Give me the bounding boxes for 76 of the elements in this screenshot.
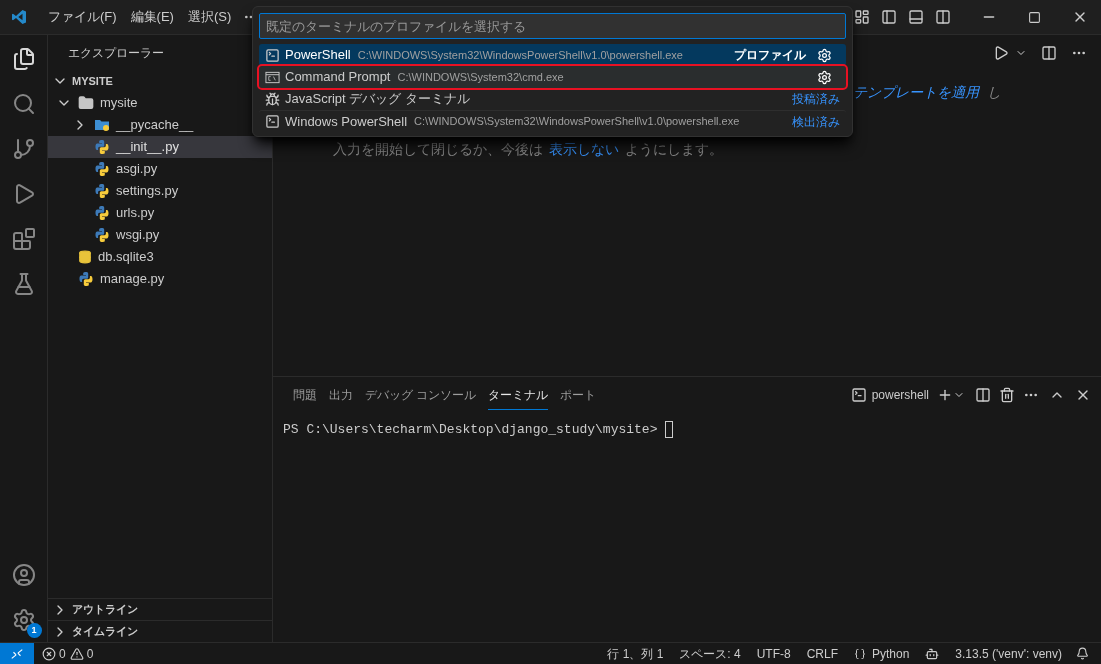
language-mode[interactable]: Python <box>872 644 910 663</box>
panel-left-icon[interactable] <box>881 9 897 25</box>
command-prompt-icon <box>265 69 280 85</box>
hint-link[interactable]: テンプレートを適用 <box>853 82 979 103</box>
python-folder-icon <box>94 117 110 133</box>
status-item[interactable]: UTF-8 <box>756 644 791 663</box>
remote-button[interactable] <box>0 643 34 664</box>
python-interpreter[interactable]: 3.13.5 ('venv': venv) <box>955 644 1062 663</box>
files-icon[interactable] <box>11 47 36 71</box>
tree-item[interactable]: manage.py <box>48 268 272 290</box>
sidebar-title: エクスプローラー <box>68 44 164 62</box>
terminal-icon <box>265 47 280 63</box>
terminal-name[interactable]: powershell <box>871 385 929 404</box>
error-count[interactable]: 0 <box>59 644 66 663</box>
braces-icon[interactable] <box>854 647 866 660</box>
panel-bottom-icon[interactable] <box>908 9 924 25</box>
python-icon <box>94 205 110 221</box>
maximize-icon[interactable] <box>1028 10 1041 24</box>
notification-badge: 1 <box>26 623 42 638</box>
python-icon <box>94 161 110 177</box>
terminal-icon <box>265 114 280 129</box>
folder-icon <box>78 95 94 111</box>
terminal-prompt: PS C:\Users\techarm\Desktop\django_study\mysite> <box>283 421 658 439</box>
hint-text: 入力を開始して閉じるか、今後は <box>333 140 543 159</box>
section-header[interactable]: アウトライン <box>48 598 272 620</box>
cursor-icon <box>665 421 674 439</box>
tree-item[interactable]: asgi.py <box>48 158 272 180</box>
settings-icon[interactable] <box>817 47 832 63</box>
search-field[interactable]: 既定のターミナルのプロファイルを選択する <box>259 13 846 39</box>
settings-icon[interactable] <box>817 69 832 85</box>
panel-tab[interactable]: 問題 <box>293 379 317 410</box>
split-editor-icon[interactable] <box>1041 44 1057 61</box>
tree-item[interactable]: db.sqlite3 <box>48 246 272 268</box>
panel-tab[interactable]: ターミナル <box>488 379 549 410</box>
remote-icon <box>10 646 24 661</box>
layout-icon[interactable] <box>854 9 870 25</box>
quick-pick-item[interactable]: Command Prompt C:\WINDOWS\System32\cmd.exe <box>259 66 846 88</box>
python-icon <box>94 183 110 199</box>
terminal-icon <box>850 386 867 403</box>
tree-item[interactable]: __init__.py <box>48 136 272 158</box>
python-icon <box>78 271 94 287</box>
status-item[interactable]: スペース: 4 <box>679 644 741 663</box>
status-item[interactable]: CRLF <box>806 644 838 663</box>
warning-count[interactable]: 0 <box>86 644 94 663</box>
editor-logo-icon <box>11 9 27 25</box>
bell-icon[interactable] <box>1076 647 1089 660</box>
hint-text: し <box>987 83 1001 102</box>
python-icon <box>94 227 110 243</box>
panel-right-icon[interactable] <box>935 9 951 25</box>
panel-tab[interactable]: 出力 <box>329 379 353 410</box>
status-item[interactable]: 行 1、列 1 <box>607 644 664 663</box>
panel-tab[interactable]: デバッグ コンソール <box>365 379 477 410</box>
quick-pick-item[interactable]: PowerShell C:\WINDOWS\System32\WindowsPowerShell\v1.0\powershell.exe プロファイル <box>259 44 846 66</box>
hint-link[interactable]: 表示しない <box>549 139 619 160</box>
source-control-icon[interactable] <box>11 137 36 161</box>
database-icon <box>78 250 92 264</box>
tree-item[interactable]: settings.py <box>48 180 272 202</box>
hint-text: ようにします。 <box>625 140 723 159</box>
extensions-icon[interactable] <box>11 227 36 251</box>
tree-item[interactable]: wsgi.py <box>48 224 272 246</box>
copilot-icon[interactable] <box>925 646 940 661</box>
menu-item[interactable]: ファイル(F) <box>41 7 124 27</box>
split-terminal-icon[interactable] <box>975 386 991 403</box>
error-icon[interactable] <box>42 646 56 661</box>
trash-icon[interactable] <box>999 386 1015 403</box>
tree-item[interactable]: urls.py <box>48 202 272 224</box>
menu-item[interactable]: 選択(S) <box>180 7 239 27</box>
run-icon[interactable] <box>993 44 1009 61</box>
account-icon[interactable] <box>11 563 36 587</box>
panel-tab[interactable]: ポート <box>560 379 597 410</box>
menu-item[interactable]: 編集(E) <box>123 7 181 27</box>
python-icon <box>94 139 110 155</box>
bug-icon <box>265 91 280 107</box>
quick-pick-item[interactable]: Windows PowerShell C:\WINDOWS\System32\WindowsPowerShell\v1.0\powershell.exe 検出済み <box>259 110 846 132</box>
warning-icon[interactable] <box>69 646 84 661</box>
search-icon[interactable] <box>11 92 36 116</box>
